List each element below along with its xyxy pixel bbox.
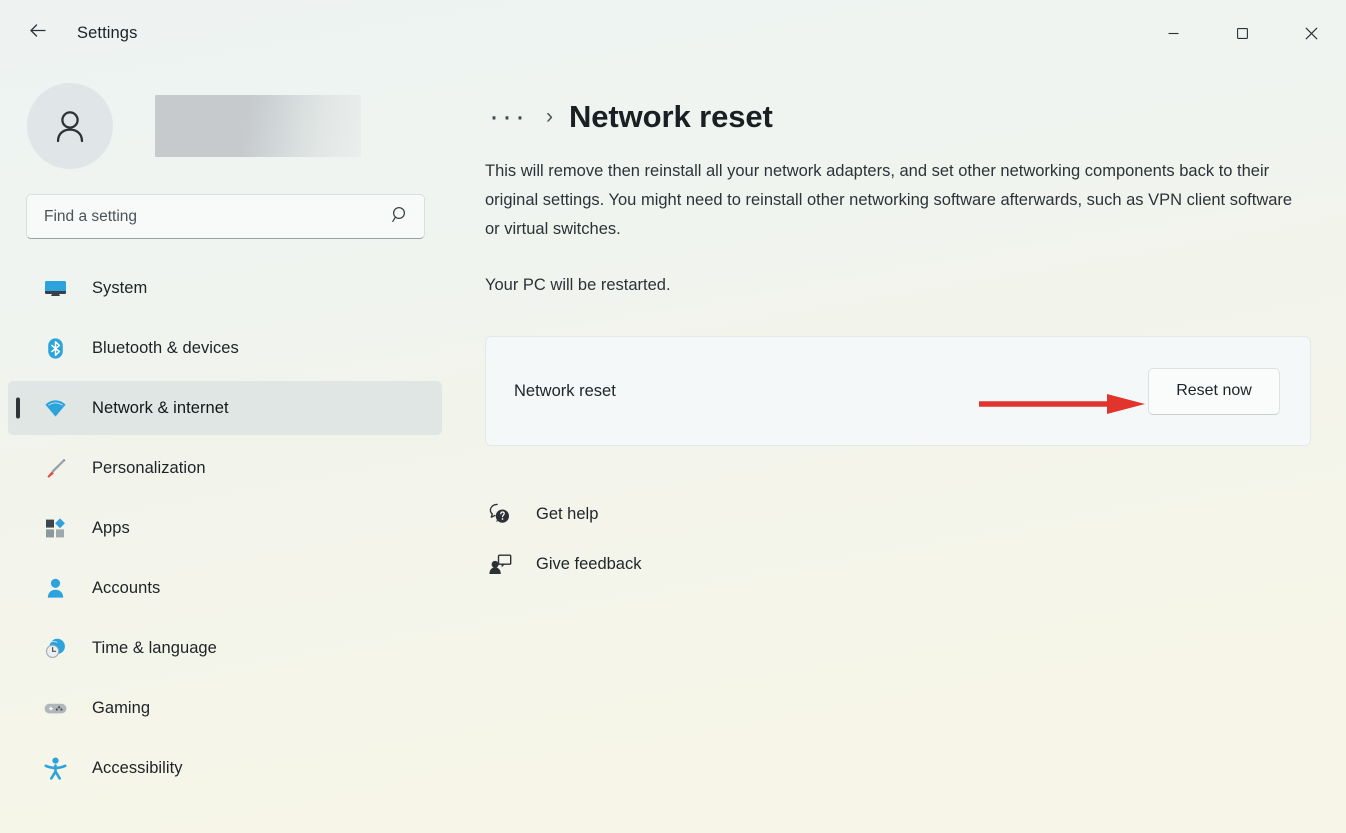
- sidebar-nav: System Bluetooth & devices: [0, 261, 460, 795]
- sidebar-item-label: Time & language: [92, 639, 217, 658]
- paintbrush-icon: [42, 455, 68, 481]
- breadcrumb: ··· › Network reset: [485, 90, 1310, 144]
- system-monitor-icon: [42, 275, 68, 301]
- close-icon: [1304, 26, 1319, 41]
- sidebar-item-label: Bluetooth & devices: [92, 339, 239, 358]
- sidebar-item-label: System: [92, 279, 147, 298]
- maximize-button[interactable]: [1208, 0, 1277, 66]
- sidebar-item-label: Gaming: [92, 699, 150, 718]
- window-controls: [1139, 0, 1346, 66]
- search-input[interactable]: [44, 208, 391, 226]
- minimize-icon: [1167, 27, 1180, 40]
- title-bar: Settings: [0, 0, 1346, 66]
- reset-now-button[interactable]: Reset now: [1148, 368, 1280, 415]
- network-reset-card: Network reset Reset now: [485, 336, 1311, 446]
- bluetooth-icon: [42, 335, 68, 361]
- main-content: ··· › Network reset This will remove the…: [460, 66, 1346, 833]
- description-paragraph: This will remove then reinstall all your…: [485, 157, 1307, 244]
- search-box[interactable]: [26, 194, 425, 239]
- back-button[interactable]: [18, 16, 56, 50]
- sidebar-item-system[interactable]: System: [8, 261, 442, 315]
- sidebar-item-label: Apps: [92, 519, 130, 538]
- sidebar-item-label: Network & internet: [92, 399, 229, 418]
- user-avatar-icon: [48, 104, 92, 148]
- footer-link-label: Give feedback: [536, 555, 641, 574]
- sidebar-item-accounts[interactable]: Accounts: [8, 561, 442, 615]
- game-controller-icon: [42, 695, 68, 721]
- minimize-button[interactable]: [1139, 0, 1208, 66]
- account-person-icon: [42, 575, 68, 601]
- sidebar-item-accessibility[interactable]: Accessibility: [8, 741, 442, 795]
- apps-grid-icon: [42, 515, 68, 541]
- chevron-right-icon: ›: [546, 105, 553, 129]
- help-question-icon: [485, 499, 515, 529]
- description-restart-note: Your PC will be restarted.: [485, 271, 1307, 300]
- sidebar-item-bluetooth-devices[interactable]: Bluetooth & devices: [8, 321, 442, 375]
- close-button[interactable]: [1277, 0, 1346, 66]
- sidebar-item-personalization[interactable]: Personalization: [8, 441, 442, 495]
- search-icon: [391, 205, 410, 229]
- feedback-person-icon: [485, 549, 515, 579]
- settings-window: Settings: [0, 0, 1346, 833]
- give-feedback-link[interactable]: Give feedback: [485, 542, 805, 586]
- sidebar-item-label: Accessibility: [92, 759, 183, 778]
- sidebar-item-label: Personalization: [92, 459, 206, 478]
- page-title: Network reset: [569, 99, 773, 135]
- maximize-icon: [1236, 27, 1249, 40]
- sidebar-item-label: Accounts: [92, 579, 160, 598]
- clock-globe-icon: [42, 635, 68, 661]
- sidebar-item-network-internet[interactable]: Network & internet: [8, 381, 442, 435]
- sidebar-item-apps[interactable]: Apps: [8, 501, 442, 555]
- card-label: Network reset: [514, 382, 616, 401]
- avatar: [27, 83, 113, 169]
- sidebar-item-time-language[interactable]: Time & language: [8, 621, 442, 675]
- app-title: Settings: [77, 24, 137, 43]
- footer-links: Get help Give feedback: [485, 492, 1310, 586]
- back-arrow-icon: [26, 19, 49, 47]
- footer-link-label: Get help: [536, 505, 598, 524]
- sidebar: System Bluetooth & devices: [0, 66, 460, 833]
- account-name-redacted: [155, 95, 361, 157]
- get-help-link[interactable]: Get help: [485, 492, 805, 536]
- wifi-icon: [42, 395, 68, 421]
- accessibility-person-icon: [42, 755, 68, 781]
- account-row[interactable]: [0, 80, 460, 172]
- breadcrumb-overflow-button[interactable]: ···: [485, 107, 532, 127]
- sidebar-item-gaming[interactable]: Gaming: [8, 681, 442, 735]
